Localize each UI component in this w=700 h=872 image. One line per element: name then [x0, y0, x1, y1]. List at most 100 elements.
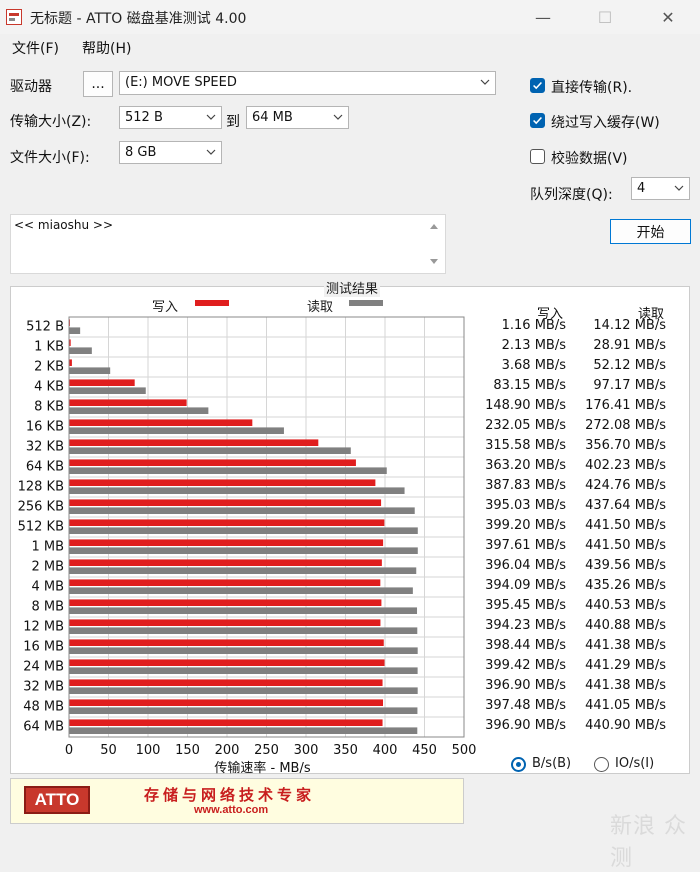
y-tick-label: 256 KB — [18, 500, 64, 515]
write-bar — [69, 639, 384, 646]
y-tick-label: 8 MB — [31, 600, 64, 615]
write-rate-value: 394.23 MB/s — [485, 618, 566, 633]
write-bar — [69, 479, 376, 486]
read-rate-value: 441.38 MB/s — [585, 678, 666, 693]
read-rate-value: 435.26 MB/s — [585, 578, 666, 593]
write-rate-value: 83.15 MB/s — [493, 378, 566, 393]
write-rate-value: 396.90 MB/s — [485, 718, 566, 733]
x-tick-label: 50 — [100, 743, 117, 758]
y-tick-label: 4 KB — [34, 380, 64, 395]
banner-slogan: 存储与网络技术专家 — [144, 786, 316, 804]
read-bar — [69, 627, 418, 634]
read-rate-value: 441.50 MB/s — [585, 538, 666, 553]
y-tick-label: 512 KB — [18, 520, 64, 535]
y-tick-label: 48 MB — [23, 700, 64, 715]
read-rate-value: 441.29 MB/s — [585, 658, 666, 673]
write-bar — [69, 519, 385, 526]
read-bar — [69, 707, 418, 714]
radio-selected-icon — [511, 757, 526, 772]
y-tick-label: 2 KB — [34, 360, 64, 375]
x-tick-label: 500 — [452, 743, 477, 758]
write-rate-value: 398.44 MB/s — [485, 638, 566, 653]
x-tick-label: 150 — [175, 743, 200, 758]
y-tick-label: 12 MB — [23, 620, 64, 635]
read-rate-value: 440.53 MB/s — [585, 598, 666, 613]
write-bar — [69, 719, 383, 726]
write-rate-value: 2.13 MB/s — [501, 338, 566, 353]
write-rate-value: 148.90 MB/s — [485, 398, 566, 413]
write-rate-value: 395.45 MB/s — [485, 598, 566, 613]
read-rate-value: 356.70 MB/s — [585, 438, 666, 453]
x-tick-label: 200 — [215, 743, 240, 758]
read-rate-value: 176.41 MB/s — [585, 398, 666, 413]
radio-unselected-icon — [594, 757, 609, 772]
read-bar — [69, 487, 405, 494]
unit-io-radio[interactable]: IO/s(I) — [594, 756, 674, 774]
read-bar — [69, 407, 209, 414]
y-tick-label: 1 MB — [31, 540, 64, 555]
unit-io-label: IO/s(I) — [615, 756, 655, 771]
write-bar — [69, 539, 384, 546]
write-bar — [69, 499, 382, 506]
read-bar — [69, 367, 111, 374]
write-rate-value: 399.20 MB/s — [485, 518, 566, 533]
write-rate-value: 396.90 MB/s — [485, 678, 566, 693]
x-tick-label: 300 — [294, 743, 319, 758]
read-bar — [69, 567, 417, 574]
read-bar — [69, 527, 418, 534]
write-rate-value: 3.68 MB/s — [501, 358, 566, 373]
write-bar — [69, 619, 381, 626]
read-bar — [69, 667, 418, 674]
read-bar — [69, 347, 92, 354]
write-bar — [69, 659, 385, 666]
write-bar — [69, 399, 187, 406]
y-tick-label: 16 MB — [23, 640, 64, 655]
read-bar — [69, 687, 418, 694]
write-rate-value: 1.16 MB/s — [501, 318, 566, 333]
write-bar — [69, 679, 383, 686]
read-rate-value: 28.91 MB/s — [593, 338, 666, 353]
y-tick-label: 512 B — [26, 320, 64, 335]
read-bar — [69, 467, 387, 474]
read-bar — [69, 387, 146, 394]
x-tick-label: 100 — [136, 743, 161, 758]
x-tick-label: 0 — [65, 743, 73, 758]
read-rate-value: 441.05 MB/s — [585, 698, 666, 713]
x-tick-label: 350 — [333, 743, 358, 758]
write-bar — [69, 559, 382, 566]
y-tick-label: 24 MB — [23, 660, 64, 675]
write-rate-value: 315.58 MB/s — [485, 438, 566, 453]
y-tick-label: 2 MB — [31, 560, 64, 575]
write-rate-value: 397.61 MB/s — [485, 538, 566, 553]
read-rate-value: 402.23 MB/s — [585, 458, 666, 473]
y-tick-label: 32 MB — [23, 680, 64, 695]
x-tick-label: 400 — [373, 743, 398, 758]
y-tick-label: 32 KB — [26, 440, 64, 455]
banner-url[interactable]: www.atto.com — [194, 804, 268, 816]
atto-logo: ATTO — [24, 786, 90, 814]
read-rate-value: 97.17 MB/s — [593, 378, 666, 393]
y-tick-label: 128 KB — [18, 480, 64, 495]
read-bar — [69, 727, 418, 734]
read-bar — [69, 447, 351, 454]
unit-bytes-radio[interactable]: B/s(B) — [511, 756, 591, 774]
write-rate-value: 397.48 MB/s — [485, 698, 566, 713]
write-bar — [69, 579, 381, 586]
write-rate-value: 232.05 MB/s — [485, 418, 566, 433]
y-tick-label: 1 KB — [34, 340, 64, 355]
write-bar — [69, 699, 384, 706]
read-rate-value: 441.50 MB/s — [585, 518, 666, 533]
read-rate-value: 439.56 MB/s — [585, 558, 666, 573]
read-rate-value: 52.12 MB/s — [593, 358, 666, 373]
read-bar — [69, 507, 415, 514]
read-rate-value: 441.38 MB/s — [585, 638, 666, 653]
read-bar — [69, 647, 418, 654]
write-bar — [69, 459, 356, 466]
write-rate-value: 399.42 MB/s — [485, 658, 566, 673]
write-rate-value: 363.20 MB/s — [485, 458, 566, 473]
y-tick-label: 16 KB — [26, 420, 64, 435]
read-bar — [69, 607, 418, 614]
read-rate-value: 14.12 MB/s — [593, 318, 666, 333]
read-bar — [69, 547, 418, 554]
write-rate-value: 394.09 MB/s — [485, 578, 566, 593]
